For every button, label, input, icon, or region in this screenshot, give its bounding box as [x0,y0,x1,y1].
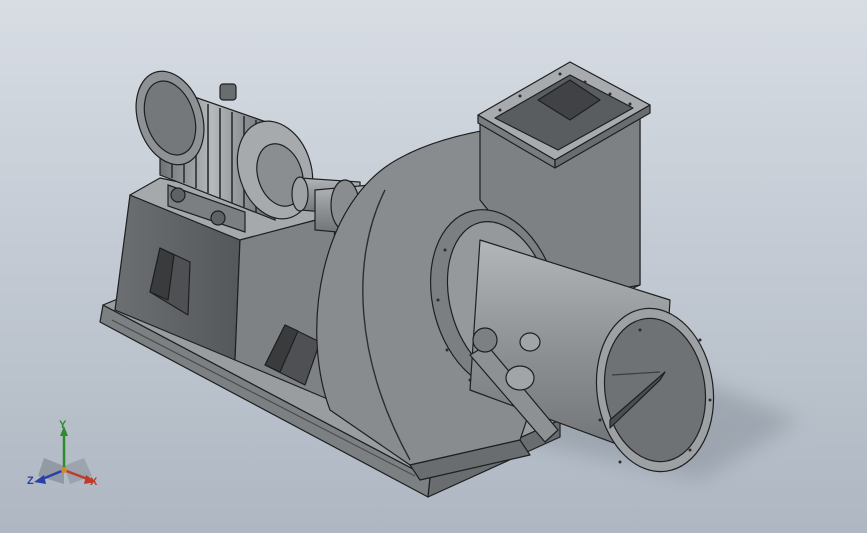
z-axis-label: Z [27,475,34,487]
centrifugal-fan-model[interactable] [0,0,867,533]
coordinate-triad-icon [34,426,96,484]
y-axis-label: Y [59,419,67,431]
coordinate-triad: Y X Z [24,418,114,498]
graphics-viewport[interactable]: Y X Z [0,0,867,533]
x-axis-label: X [90,476,98,488]
